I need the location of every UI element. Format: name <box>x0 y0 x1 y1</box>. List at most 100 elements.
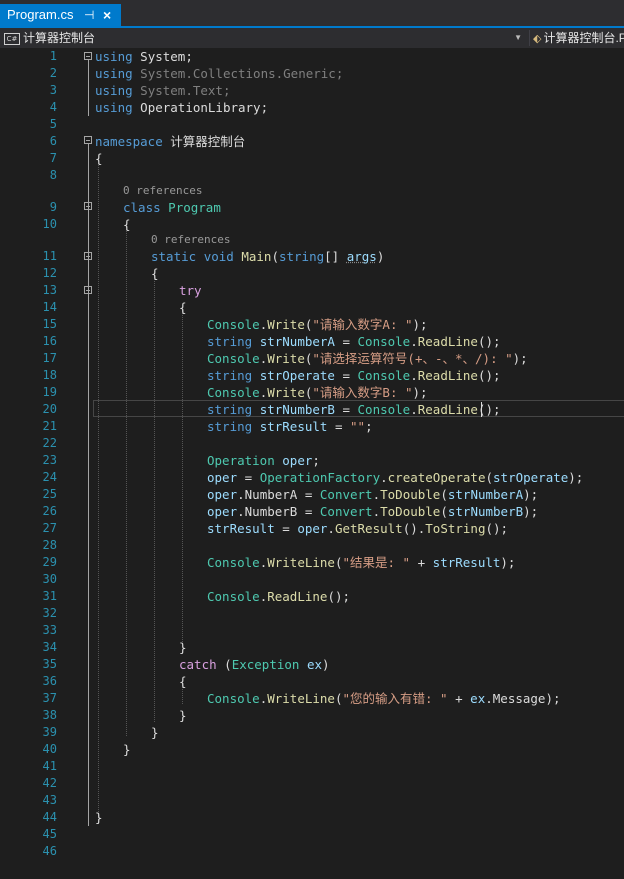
text-caret <box>481 402 482 417</box>
code-line: Operation oper; <box>207 453 320 468</box>
line-number: 6 <box>49 134 57 148</box>
tab-label: Program.cs <box>7 7 74 22</box>
line-number: 13 <box>42 283 57 297</box>
line-number: 41 <box>42 759 57 773</box>
code-line: } <box>123 742 131 757</box>
code-line: Console.WriteLine("结果是: " + strResult); <box>207 555 516 570</box>
project-label: 计算器控制台 <box>23 31 96 45</box>
line-number: 15 <box>42 317 57 331</box>
line-number: 22 <box>42 436 57 450</box>
line-number: 19 <box>42 385 57 399</box>
close-icon[interactable]: × <box>103 4 111 26</box>
code-line: strResult = oper.GetResult().ToString(); <box>207 521 509 536</box>
type-dropdown[interactable]: ⬖计算器控制台.Program <box>529 30 624 46</box>
line-number: 46 <box>42 844 57 858</box>
line-number: 39 <box>42 725 57 739</box>
line-number: 31 <box>42 589 57 603</box>
code-line: string strOperate = Console.ReadLine(); <box>207 368 501 383</box>
code-line: Console.ReadLine(); <box>207 589 351 604</box>
type-label: 计算器控制台.Program <box>543 31 624 45</box>
chevron-down-icon: ▼ <box>514 33 522 42</box>
code-line: oper.NumberB = Convert.ToDouble(strNumbe… <box>207 504 539 519</box>
code-line: } <box>95 810 103 825</box>
pin-icon[interactable]: ⊣ <box>84 4 94 26</box>
line-number: 26 <box>42 504 57 518</box>
line-number: 37 <box>42 691 57 705</box>
line-number: 14 <box>42 300 57 314</box>
line-number: 24 <box>42 470 57 484</box>
code-line: string strNumberA = Console.ReadLine(); <box>207 334 501 349</box>
code-line: using OperationLibrary; <box>95 100 269 115</box>
indent-guide <box>126 226 127 736</box>
line-number: 12 <box>42 266 57 280</box>
line-number: 38 <box>42 708 57 722</box>
line-number: 45 <box>42 827 57 841</box>
line-number: 1 <box>49 49 57 63</box>
line-number: 28 <box>42 538 57 552</box>
indent-guide <box>182 310 183 642</box>
indent-guide <box>154 276 155 722</box>
code-line: { <box>151 266 159 281</box>
navigation-bar: C#计算器控制台 ▼ ⬖计算器控制台.Program <box>0 28 624 49</box>
line-number: 10 <box>42 217 57 231</box>
code-line: oper.NumberA = Convert.ToDouble(strNumbe… <box>207 487 539 502</box>
line-number: 34 <box>42 640 57 654</box>
code-line: static void Main(string[] args) <box>151 249 385 264</box>
line-number: 36 <box>42 674 57 688</box>
project-dropdown[interactable]: C# 计算器控制台 ▼ <box>4 30 525 46</box>
line-number: 27 <box>42 521 57 535</box>
code-line: { <box>179 300 187 315</box>
collapse-region-icon[interactable] <box>84 286 92 294</box>
code-line: oper = OperationFactory.createOperate(st… <box>207 470 584 485</box>
code-line: Console.Write("请输入数字B: "); <box>207 385 428 400</box>
collapse-region-icon[interactable] <box>84 252 92 260</box>
code-line: { <box>179 674 187 689</box>
code-line: namespace 计算器控制台 <box>95 134 246 149</box>
collapse-region-icon[interactable] <box>84 202 92 210</box>
line-number: 7 <box>49 151 57 165</box>
code-line: { <box>123 217 131 232</box>
line-number: 21 <box>42 419 57 433</box>
line-number: 25 <box>42 487 57 501</box>
code-line: string strResult = ""; <box>207 419 373 434</box>
code-line: try <box>179 283 202 298</box>
code-line: } <box>151 725 159 740</box>
tab-program-cs[interactable]: Program.cs ⊣ × <box>0 4 121 26</box>
line-number: 23 <box>42 453 57 467</box>
line-number: 3 <box>49 83 57 97</box>
code-line: catch (Exception ex) <box>179 657 330 672</box>
outline-bar <box>88 60 89 116</box>
line-number: 2 <box>49 66 57 80</box>
code-line: using System.Collections.Generic; <box>95 66 344 81</box>
line-number: 40 <box>42 742 57 756</box>
line-number: 42 <box>42 776 57 790</box>
line-number: 4 <box>49 100 57 114</box>
code-line: Console.Write("请输入数字A: "); <box>207 317 428 332</box>
indent-guide <box>98 158 99 824</box>
code-line: } <box>179 708 187 723</box>
line-number: 35 <box>42 657 57 671</box>
line-number: 5 <box>49 117 57 131</box>
line-number: 33 <box>42 623 57 637</box>
line-number: 8 <box>49 168 57 182</box>
line-number: 20 <box>42 402 57 416</box>
code-line: class Program <box>123 200 221 215</box>
codelens-references[interactable]: 0 references <box>123 183 202 198</box>
line-number: 43 <box>42 793 57 807</box>
line-number: 18 <box>42 368 57 382</box>
class-icon: ⬖ <box>533 33 542 45</box>
line-number: 16 <box>42 334 57 348</box>
code-editor[interactable]: 1 2 3 4 5 6 7 8 9 10 11 12 13 14 15 16 1… <box>0 48 624 879</box>
line-number: 11 <box>42 249 57 263</box>
csharp-project-icon: C# <box>4 32 20 45</box>
line-number: 29 <box>42 555 57 569</box>
code-line: { <box>95 151 103 166</box>
collapse-region-icon[interactable] <box>84 52 92 60</box>
codelens-references[interactable]: 0 references <box>151 232 230 247</box>
code-line: } <box>179 640 187 655</box>
line-number: 9 <box>49 200 57 214</box>
code-line: Console.WriteLine("您的输入有错: " + ex.Messag… <box>207 691 561 706</box>
code-line: Console.Write("请选择运算符号(+、-、*、/): "); <box>207 351 528 366</box>
collapse-region-icon[interactable] <box>84 136 92 144</box>
line-number: 30 <box>42 572 57 586</box>
